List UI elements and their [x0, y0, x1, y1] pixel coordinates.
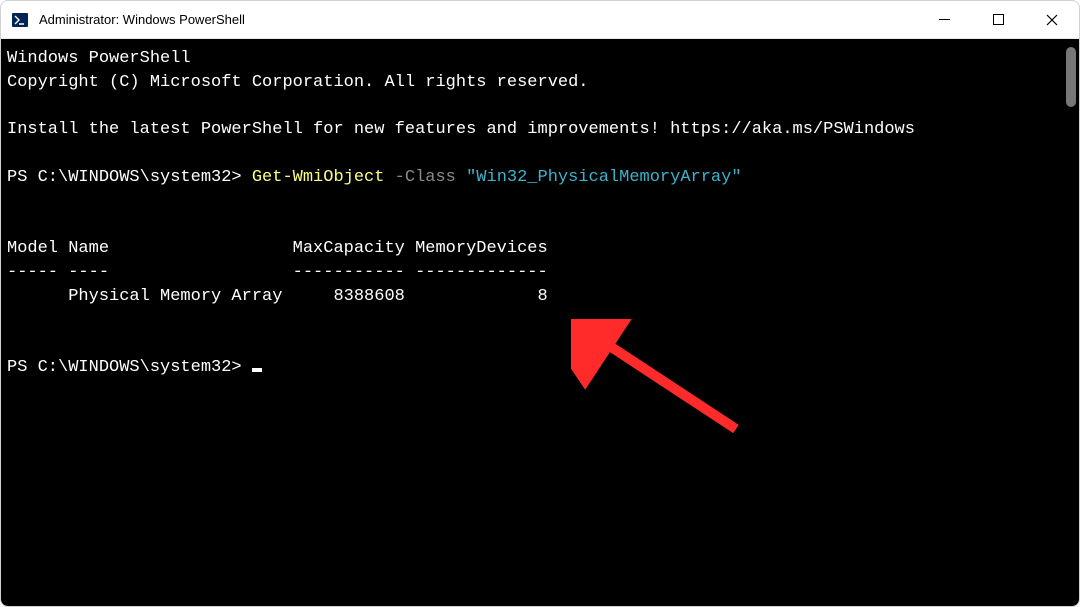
cursor-icon — [252, 368, 262, 372]
blank-line — [7, 333, 1073, 357]
header-line-2: Copyright (C) Microsoft Corporation. All… — [7, 71, 1073, 95]
command-line: PS C:\WINDOWS\system32> Get-WmiObject -C… — [7, 166, 1073, 190]
powershell-window: Administrator: Windows PowerShell Window… — [0, 0, 1080, 607]
titlebar[interactable]: Administrator: Windows PowerShell — [1, 1, 1079, 39]
header-line-1: Windows PowerShell — [7, 47, 1073, 71]
maximize-button[interactable] — [971, 1, 1025, 38]
powershell-icon — [11, 11, 29, 29]
blank-line — [7, 214, 1073, 238]
blank-line — [7, 190, 1073, 214]
window-controls — [917, 1, 1079, 38]
scrollbar-thumb[interactable] — [1066, 47, 1076, 107]
prompt-text: PS C:\WINDOWS\system32> — [7, 168, 252, 187]
prompt-text: PS C:\WINDOWS\system32> — [7, 358, 252, 377]
close-button[interactable] — [1025, 1, 1079, 38]
output-headers: Model Name MaxCapacity MemoryDevices — [7, 237, 1073, 261]
blank-line — [7, 95, 1073, 119]
blank-line — [7, 309, 1073, 333]
cmdlet-arg: "Win32_PhysicalMemoryArray" — [466, 168, 741, 187]
blank-line — [7, 142, 1073, 166]
terminal-area[interactable]: Windows PowerShell Copyright (C) Microso… — [1, 39, 1079, 606]
scrollbar[interactable] — [1065, 47, 1077, 598]
output-divider: ----- ---- ----------- ------------- — [7, 261, 1073, 285]
cmdlet-flag: -Class — [384, 168, 466, 187]
output-data-row: Physical Memory Array 8388608 8 — [7, 285, 1073, 309]
window-title: Administrator: Windows PowerShell — [39, 12, 917, 27]
cmdlet-name: Get-WmiObject — [252, 168, 385, 187]
install-message: Install the latest PowerShell for new fe… — [7, 118, 1073, 142]
prompt-line: PS C:\WINDOWS\system32> — [7, 356, 1073, 380]
minimize-button[interactable] — [917, 1, 971, 38]
